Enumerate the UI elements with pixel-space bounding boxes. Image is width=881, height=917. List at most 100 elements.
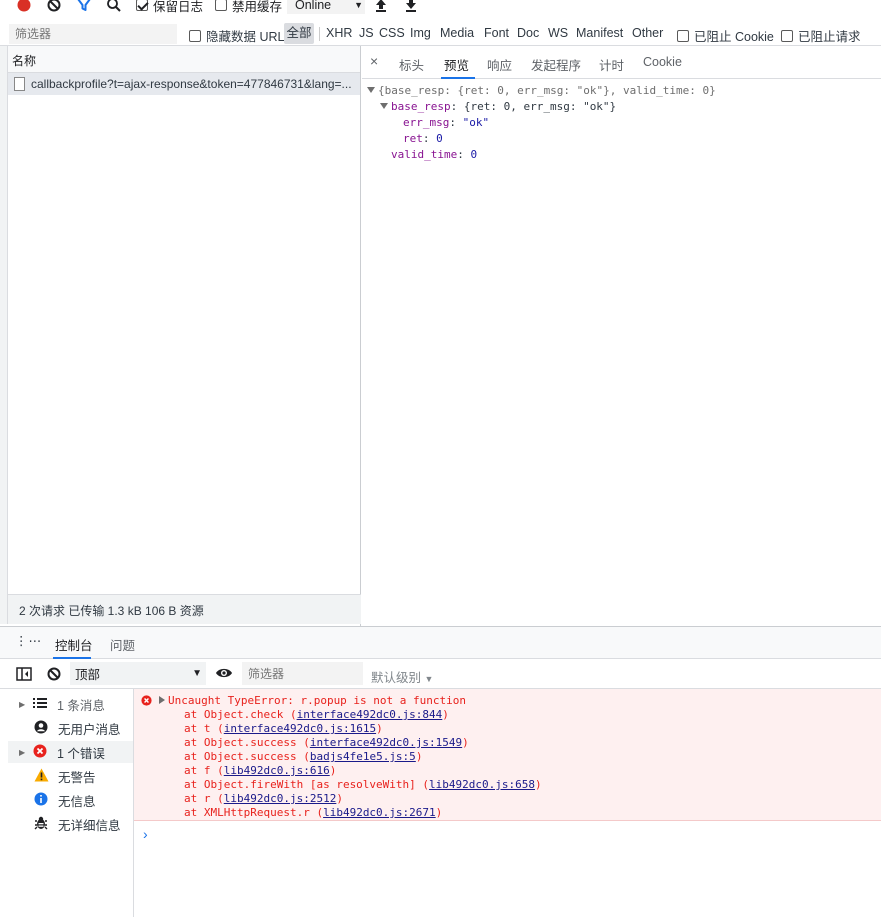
preserve-log-check[interactable] [136, 0, 148, 11]
chevron-down-icon: ▼ [424, 674, 434, 684]
json-root-summary: {base_resp: {ret: 0, err_msg: "ok"}, val… [378, 84, 716, 97]
tab-cookies[interactable]: Cookie [643, 55, 682, 69]
search-button[interactable] [106, 0, 122, 14]
type-filter-media[interactable]: Media [440, 26, 474, 40]
close-icon[interactable]: × [370, 53, 378, 69]
file-icon [14, 77, 25, 91]
stack-frame-suffix: ) [435, 806, 443, 819]
type-filter-xhr[interactable]: XHR [326, 26, 352, 40]
clear-console-button[interactable] [46, 666, 62, 685]
json-base-resp-node[interactable]: base_resp: {ret: 0, err_msg: "ok"} [380, 100, 616, 113]
log-levels-label: 默认级别 [371, 671, 422, 685]
network-toolbar: 保留日志 禁用缓存 Online ▼ [0, 0, 881, 14]
source-link[interactable]: interface492dc0.js:844 [297, 708, 443, 721]
stack-frame-suffix: ) [535, 778, 542, 791]
disable-cache-check[interactable] [215, 0, 227, 11]
source-link[interactable]: lib492dc0.js:658 [429, 778, 535, 791]
error-icon [33, 744, 57, 761]
tab-issues[interactable]: 问题 [110, 635, 135, 654]
hide-data-urls-label: 隐藏数据 URL [206, 30, 285, 44]
hide-data-urls-checkbox[interactable]: 隐藏数据 URL [189, 26, 284, 45]
sidebar-toggle-button[interactable] [16, 667, 32, 684]
blocked-cookies-check[interactable] [677, 29, 689, 42]
request-row[interactable]: callbackprofile?t=ajax-response&token=47… [8, 73, 360, 95]
info-icon [34, 792, 58, 809]
json-valid-time-node: valid_time: 0 [391, 148, 478, 161]
sidebar-item-messages[interactable]: ▶ 1 条消息 [8, 693, 133, 715]
source-link[interactable]: interface492dc0.js:1549 [310, 736, 462, 749]
sidebar-item-info[interactable]: 无信息 [8, 789, 133, 811]
search-icon [107, 0, 121, 12]
sidebar-item-warnings[interactable]: 无警告 [8, 765, 133, 787]
preserve-log-checkbox[interactable]: 保留日志 [136, 0, 203, 14]
blocked-requests-check[interactable] [781, 29, 793, 42]
type-filter-all[interactable]: 全部 [284, 23, 314, 44]
request-detail-panel: × 标头 预览 响应 发起程序 计时 Cookie {base_resp: {r… [362, 46, 881, 626]
json-value: 0 [470, 148, 478, 161]
throttling-value: Online [295, 0, 332, 12]
source-link[interactable]: lib492dc0.js:616 [224, 764, 330, 777]
hide-data-urls-check[interactable] [189, 29, 201, 42]
blocked-requests-checkbox[interactable]: 已阻止请求 [781, 26, 861, 45]
source-link[interactable]: badjs4fe1e5.js:5 [310, 750, 416, 763]
console-input[interactable] [158, 823, 858, 843]
disable-cache-checkbox[interactable]: 禁用缓存 [215, 0, 282, 14]
type-filter-doc[interactable]: Doc [517, 26, 539, 40]
filter-input[interactable] [9, 24, 177, 44]
stack-frame-text: at Object.success ( [184, 736, 310, 749]
source-link[interactable]: interface492dc0.js:1615 [224, 722, 376, 735]
sidebar-item-label: 1 条消息 [57, 698, 105, 713]
tab-timing[interactable]: 计时 [599, 55, 624, 74]
console-filter-input[interactable] [242, 662, 363, 685]
tab-response[interactable]: 响应 [487, 55, 512, 74]
type-filter-img[interactable]: Img [410, 26, 431, 40]
error-title-row[interactable]: Uncaught TypeError: r.popup is not a fun… [159, 694, 466, 707]
json-root-node[interactable]: {base_resp: {ret: 0, err_msg: "ok"}, val… [367, 84, 716, 97]
expand-triangle-icon [367, 87, 375, 93]
blocked-cookies-checkbox[interactable]: 已阻止 Cookie [677, 26, 774, 45]
more-tools-icon[interactable]: ⋮⋯ [15, 633, 42, 648]
expand-arrow-icon [159, 696, 165, 704]
log-levels-dropdown[interactable]: 默认级别 ▼ [371, 667, 433, 686]
sidebar-item-label: 无详细信息 [58, 818, 121, 833]
source-link[interactable]: lib492dc0.js:2671 [323, 806, 436, 819]
type-filter-ws[interactable]: WS [548, 26, 568, 40]
clear-button[interactable] [46, 0, 62, 14]
tab-console[interactable]: 控制台 [55, 635, 93, 654]
disable-cache-label: 禁用缓存 [232, 0, 283, 14]
stack-frame: at f (lib492dc0.js:616) [184, 764, 336, 777]
sidebar-item-verbose[interactable]: 无详细信息 [8, 813, 133, 835]
record-button[interactable] [16, 0, 32, 14]
type-filter-css[interactable]: CSS [379, 26, 405, 40]
error-icon [141, 695, 152, 709]
stack-frame-text: at Object.success ( [184, 750, 310, 763]
json-key: ret [403, 132, 423, 145]
sidebar-item-errors[interactable]: ▶ 1 个错误 [8, 741, 133, 763]
context-select[interactable]: 顶部 ▼ [70, 662, 206, 685]
blocked-cookies-label: 已阻止 Cookie [694, 30, 774, 44]
type-filter-js[interactable]: JS [359, 26, 374, 40]
stack-frame-text: at XMLHttpRequest.r ( [184, 806, 324, 819]
json-key: err_msg [403, 116, 450, 129]
tab-headers[interactable]: 标头 [399, 55, 424, 74]
stack-frame: at t (interface492dc0.js:1615) [184, 722, 383, 735]
name-column-header[interactable]: 名称 [8, 46, 360, 73]
live-expression-button[interactable] [215, 666, 233, 683]
throttling-select[interactable]: Online ▼ [287, 0, 365, 14]
type-filter-other[interactable]: Other [632, 26, 663, 40]
import-har-button[interactable] [374, 0, 388, 14]
sidebar-item-user-messages[interactable]: 无用户消息 [8, 717, 133, 739]
filter-toggle-button[interactable] [76, 0, 92, 14]
type-filter-manifest[interactable]: Manifest [576, 26, 623, 40]
tab-preview[interactable]: 预览 [444, 55, 469, 74]
clear-icon [47, 667, 61, 681]
sidebar-item-label: 1 个错误 [57, 746, 105, 761]
export-har-button[interactable] [404, 0, 418, 14]
download-icon [406, 0, 416, 12]
stack-frame-suffix: ) [329, 764, 337, 777]
type-filter-font[interactable]: Font [484, 26, 509, 40]
source-link[interactable]: lib492dc0.js:2512 [224, 792, 337, 805]
user-icon [34, 720, 58, 737]
error-message[interactable]: Uncaught TypeError: r.popup is not a fun… [134, 689, 881, 821]
tab-initiator[interactable]: 发起程序 [531, 55, 581, 74]
